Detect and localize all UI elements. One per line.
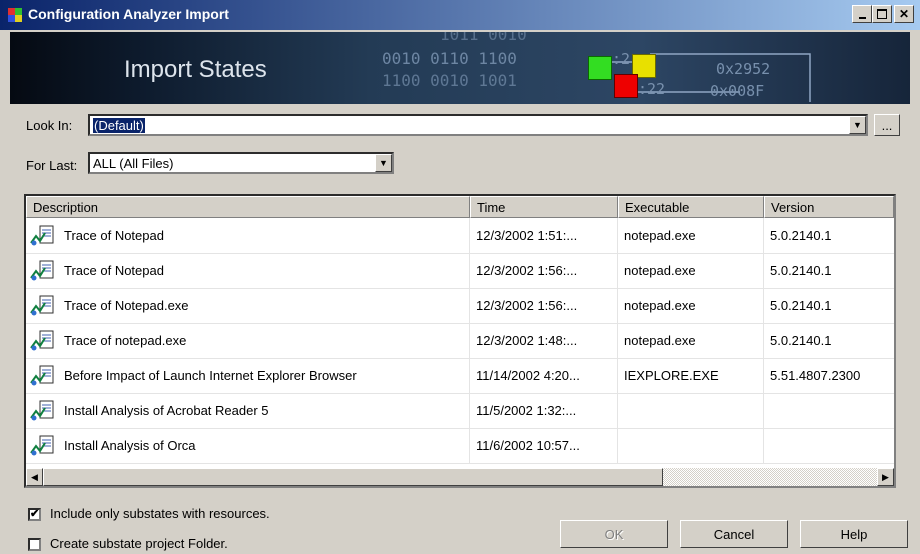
cell-description: Trace of Notepad — [64, 263, 164, 278]
cell-time: 12/3/2002 1:51:... — [476, 228, 578, 243]
cell-description: Before Impact of Launch Internet Explore… — [64, 368, 357, 383]
cell-description: Install Analysis of Acrobat Reader 5 — [64, 403, 269, 418]
for-last-combo[interactable]: ALL (All Files) ▼ — [88, 152, 394, 174]
state-document-icon — [30, 365, 54, 386]
include-only-checkbox[interactable]: ✔ — [28, 508, 41, 521]
create-folder-checkbox[interactable] — [28, 538, 41, 551]
column-header-executable[interactable]: Executable — [618, 196, 764, 218]
cell-version: 5.0.2140.1 — [770, 228, 832, 243]
title-bar[interactable]: Configuration Analyzer Import ✕ — [0, 0, 920, 30]
arrow-left-icon: ◀ — [31, 471, 38, 482]
green-square-icon — [588, 56, 612, 80]
state-document-icon — [30, 435, 54, 456]
help-button[interactable]: Help — [800, 520, 908, 548]
banner-colon-2: :22 — [638, 80, 666, 98]
banner-hex-2: 0x008F — [710, 82, 765, 100]
horizontal-scrollbar[interactable]: ◀ ▶ — [26, 468, 894, 486]
look-in-value: (Default) — [93, 118, 145, 133]
for-last-label: For Last: — [26, 158, 78, 173]
cancel-button[interactable]: Cancel — [680, 520, 788, 548]
scroll-right-button[interactable]: ▶ — [877, 468, 894, 486]
table-row[interactable]: Before Impact of Launch Internet Explore… — [26, 358, 894, 394]
banner-colon-1: :2 — [612, 50, 631, 68]
app-icon — [8, 8, 22, 22]
checkmark-icon: ✔ — [30, 508, 40, 520]
cell-time: 11/6/2002 10:57... — [476, 438, 580, 453]
cell-time: 12/3/2002 1:56:... — [476, 298, 578, 313]
banner-hex-1: 0x2952 — [716, 60, 771, 78]
state-document-icon — [30, 295, 54, 316]
cell-executable: notepad.exe — [624, 298, 696, 313]
states-list[interactable]: Description Time Executable Version Trac… — [24, 194, 896, 488]
red-square-icon — [614, 74, 638, 98]
maximize-icon — [877, 9, 887, 19]
include-only-label: Include only substates with resources. — [50, 506, 270, 521]
maximize-button[interactable] — [872, 5, 892, 23]
cell-executable: IEXPLORE.EXE — [624, 368, 719, 383]
scroll-track[interactable] — [663, 468, 877, 486]
cell-executable: notepad.exe — [624, 263, 696, 278]
table-row[interactable]: Install Analysis of Acrobat Reader 5 11/5… — [26, 393, 894, 429]
banner-bits-line1: 0010 0110 1100 — [382, 49, 517, 68]
banner-title: Import States — [124, 56, 267, 83]
scroll-left-button[interactable]: ◀ — [26, 468, 43, 486]
for-last-value: ALL (All Files) — [93, 156, 174, 171]
ok-button[interactable]: OK — [560, 520, 668, 548]
minimize-icon — [858, 16, 866, 19]
for-last-dropdown-button[interactable]: ▼ — [375, 154, 392, 172]
header-banner: 1011 0010 0010 0110 1100 1100 0010 1001 … — [10, 32, 910, 104]
state-document-icon — [30, 260, 54, 281]
close-icon: ✕ — [898, 7, 910, 21]
create-folder-label: Create substate project Folder. — [50, 536, 228, 551]
cell-time: 12/3/2002 1:48:... — [476, 333, 578, 348]
scroll-thumb[interactable] — [43, 468, 663, 486]
table-row[interactable]: Trace of Notepad 12/3/2002 1:56:... notepa… — [26, 253, 894, 289]
cell-time: 11/14/2002 4:20... — [476, 368, 580, 383]
look-in-label: Look In: — [26, 118, 73, 133]
cell-version: 5.51.4807.2300 — [770, 368, 861, 383]
state-document-icon — [30, 330, 54, 351]
table-row[interactable]: Trace of Notepad 12/3/2002 1:51:... notepa… — [26, 218, 894, 254]
window-title: Configuration Analyzer Import — [28, 6, 229, 22]
cell-description: Trace of notepad.exe — [64, 333, 187, 348]
look-in-combo[interactable]: (Default) ▼ — [88, 114, 868, 136]
table-row[interactable]: Trace of notepad.exe 12/3/2002 1:48:... no… — [26, 323, 894, 359]
table-row[interactable]: Install Analysis of Orca 11/6/2002 10:57.… — [26, 428, 894, 464]
cell-version: 5.0.2140.1 — [770, 333, 832, 348]
cell-time: 11/5/2002 1:32:... — [476, 403, 577, 418]
table-row[interactable]: Trace of Notepad.exe 12/3/2002 1:56:... no… — [26, 288, 894, 324]
cell-time: 12/3/2002 1:56:... — [476, 263, 578, 278]
column-header-version[interactable]: Version — [764, 196, 894, 218]
column-header-time[interactable]: Time — [470, 196, 618, 218]
chevron-down-icon: ▼ — [853, 120, 862, 130]
cell-executable: notepad.exe — [624, 333, 696, 348]
banner-bits-line2: 1100 0010 1001 — [382, 71, 517, 90]
cell-description: Install Analysis of Orca — [64, 438, 196, 453]
cell-version: 5.0.2140.1 — [770, 298, 832, 313]
browse-button[interactable]: ... — [874, 114, 900, 136]
arrow-right-icon: ▶ — [882, 471, 889, 482]
state-document-icon — [30, 400, 54, 421]
close-button[interactable]: ✕ — [894, 5, 914, 23]
state-document-icon — [30, 225, 54, 246]
cell-description: Trace of Notepad.exe — [64, 298, 189, 313]
minimize-button[interactable] — [852, 5, 872, 23]
banner-bits-top: 1011 0010 — [440, 32, 527, 44]
chevron-down-icon: ▼ — [379, 158, 388, 168]
cell-description: Trace of Notepad — [64, 228, 164, 243]
cell-executable: notepad.exe — [624, 228, 696, 243]
column-header-description[interactable]: Description — [26, 196, 470, 218]
look-in-dropdown-button[interactable]: ▼ — [849, 116, 866, 134]
cell-version: 5.0.2140.1 — [770, 263, 832, 278]
